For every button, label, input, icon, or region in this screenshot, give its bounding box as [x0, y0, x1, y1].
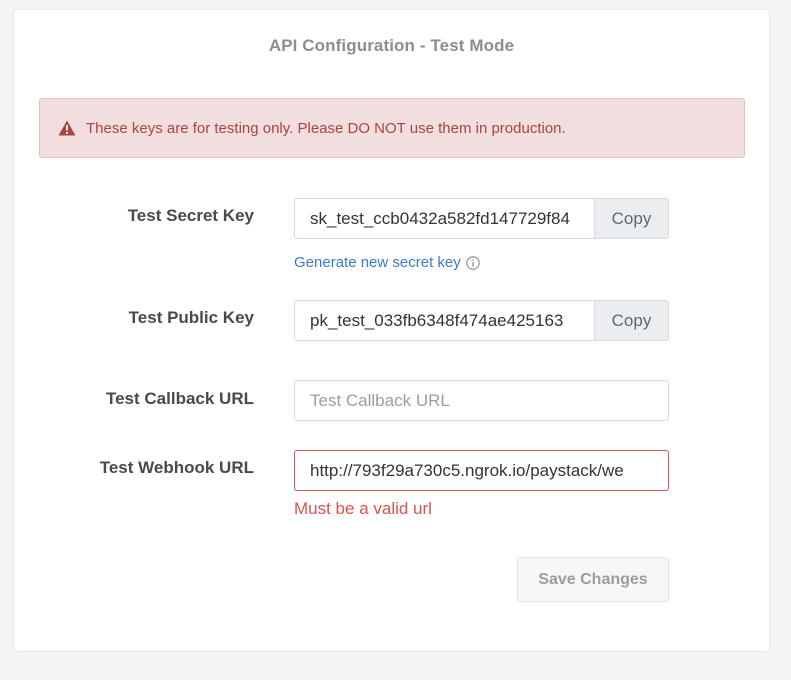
copy-secret-key-button[interactable]: Copy: [594, 198, 669, 239]
secret-key-input[interactable]: [294, 198, 594, 239]
webhook-url-label: Test Webhook URL: [99, 458, 254, 477]
page-title: API Configuration - Test Mode: [268, 36, 515, 55]
webhook-url-input[interactable]: [294, 450, 669, 491]
public-key-label: Test Public Key: [128, 308, 254, 327]
generate-secret-key-link[interactable]: Generate new secret key: [294, 254, 480, 271]
info-icon[interactable]: [466, 255, 480, 270]
warning-icon: [58, 120, 76, 136]
secret-key-group: Copy: [294, 198, 669, 239]
public-key-group: Copy: [294, 300, 669, 341]
generate-secret-key-label: Generate new secret key: [294, 254, 461, 271]
api-config-card: API Configuration - Test Mode These keys…: [13, 9, 770, 652]
callback-url-input[interactable]: [294, 380, 669, 421]
callback-url-label: Test Callback URL: [105, 389, 254, 408]
webhook-url-error: Must be a valid url: [294, 499, 432, 518]
public-key-input[interactable]: [294, 300, 594, 341]
copy-public-key-button[interactable]: Copy: [594, 300, 669, 341]
secret-key-label: Test Secret Key: [127, 206, 254, 225]
save-changes-button[interactable]: Save Changes: [517, 557, 669, 602]
alert-message: These keys are for testing only. Please …: [86, 119, 566, 137]
test-mode-alert: These keys are for testing only. Please …: [39, 98, 745, 158]
